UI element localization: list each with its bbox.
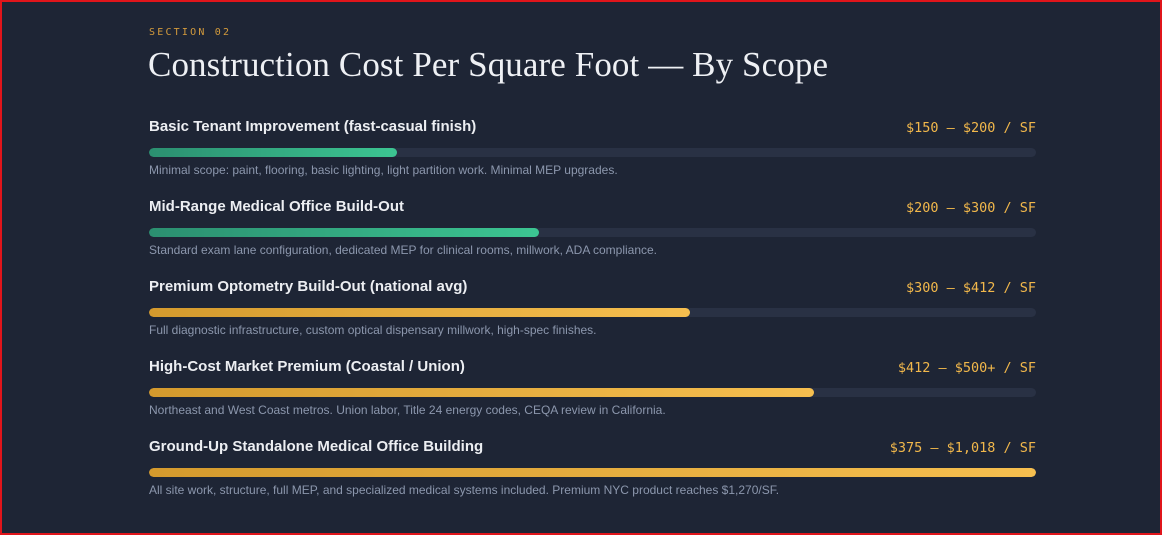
cost-row: High-Cost Market Premium (Coastal / Unio… (149, 358, 1036, 438)
row-label: Premium Optometry Build-Out (national av… (149, 278, 468, 295)
cost-bar-fill (149, 308, 691, 317)
cost-bar-track (149, 148, 1036, 157)
cost-bar-track (149, 308, 1036, 317)
row-price: $412 – $500+ / SF (897, 360, 1036, 376)
cost-bar-track (149, 228, 1036, 237)
row-label: Basic Tenant Improvement (fast-casual fi… (149, 118, 477, 135)
row-label: Mid-Range Medical Office Build-Out (149, 198, 405, 215)
cost-row: Mid-Range Medical Office Build-Out $200 … (149, 198, 1036, 278)
row-label: High-Cost Market Premium (Coastal / Unio… (149, 358, 465, 375)
row-price: $200 – $300 / SF (905, 200, 1036, 216)
row-description: Full diagnostic infrastructure, custom o… (149, 323, 597, 337)
cost-row: Basic Tenant Improvement (fast-casual fi… (149, 118, 1036, 198)
row-description: Standard exam lane configuration, dedica… (149, 243, 658, 257)
row-description: Minimal scope: paint, flooring, basic li… (149, 163, 618, 177)
section-eyebrow: SECTION 02 (149, 27, 232, 38)
section-title: Construction Cost Per Square Foot — By S… (148, 45, 829, 84)
cost-bar-track (149, 468, 1036, 477)
cost-bar-fill (149, 468, 1036, 477)
cost-bar-fill (149, 388, 815, 397)
cost-bar-fill (149, 228, 540, 237)
cost-bar-fill (149, 148, 398, 157)
cost-rows: Basic Tenant Improvement (fast-casual fi… (149, 118, 1036, 518)
row-label: Ground-Up Standalone Medical Office Buil… (149, 438, 484, 455)
row-description: All site work, structure, full MEP, and … (149, 483, 780, 497)
cost-row: Ground-Up Standalone Medical Office Buil… (149, 438, 1036, 518)
cost-row: Premium Optometry Build-Out (national av… (149, 278, 1036, 358)
row-price: $375 – $1,018 / SF (889, 440, 1036, 456)
row-price: $300 – $412 / SF (905, 280, 1036, 296)
row-description: Northeast and West Coast metros. Union l… (149, 403, 666, 417)
cost-bar-track (149, 388, 1036, 397)
row-price: $150 – $200 / SF (905, 120, 1036, 136)
